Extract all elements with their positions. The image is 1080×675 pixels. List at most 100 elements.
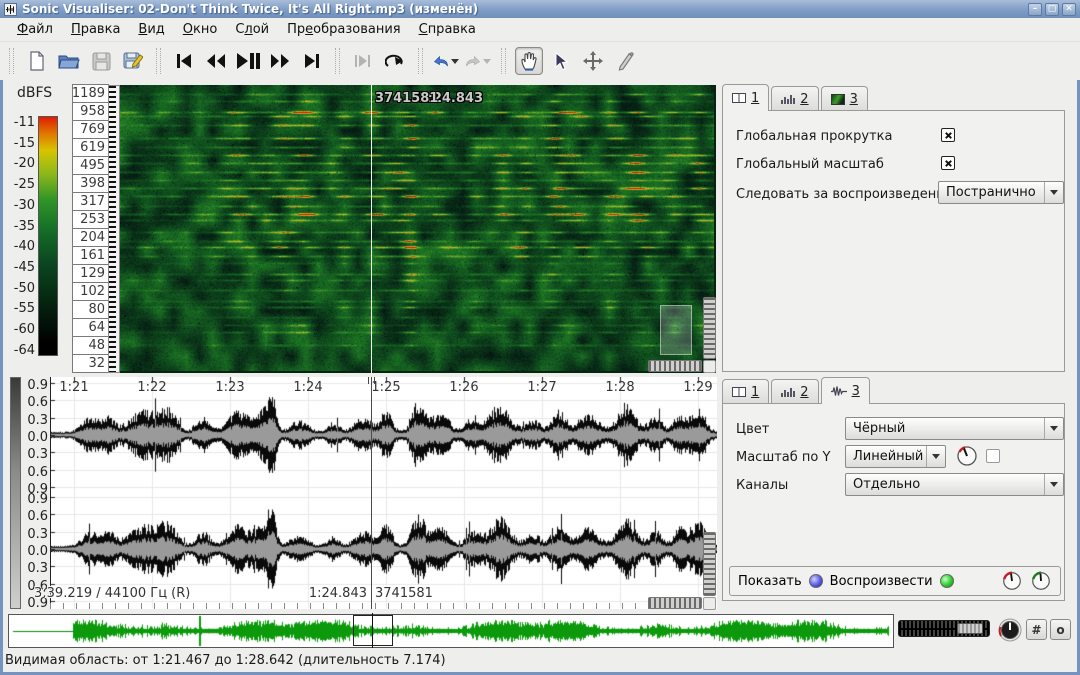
rewind-to-start-button[interactable] [170,47,198,75]
waveform-scroll-strip[interactable] [10,377,21,609]
redo-button[interactable] [464,47,492,75]
playback-gain-knob[interactable] [1001,570,1023,592]
horizontal-zoom-wheel[interactable] [648,360,702,372]
menu-окно[interactable]: Окно [174,20,227,39]
save-as-icon [123,51,143,71]
global-scroll-checkbox[interactable] [941,128,955,142]
db-tick-label: -45 [5,260,35,275]
zoom-reset-handle[interactable] [703,597,716,610]
frequency-scale[interactable]: 1189958769619495398317253204161129102806… [72,85,109,373]
menu-правка[interactable]: Правка [62,20,129,39]
tab-pane-1[interactable]: 1 [722,84,769,111]
redo-menu-caret[interactable] [483,59,491,64]
record-mode-button[interactable]: o [1050,619,1071,640]
playback-level-fader[interactable] [898,620,990,637]
menubar: ФайлПравкаВидОкноСлойПреобразованияСправ… [0,18,1080,42]
horizontal-zoom-wheel[interactable] [648,597,702,609]
save-session-button[interactable] [87,47,115,75]
play-toggle-led[interactable] [940,574,954,588]
draw-tool-button[interactable] [611,47,639,75]
frequency-bin-label: 204 [72,228,109,247]
tab-pane-2[interactable]: 2 [771,86,818,111]
time-tick-label: 1:27 [527,380,556,395]
global-zoom-checkbox[interactable] [941,156,955,170]
tab-pane-3[interactable]: 3 [821,377,870,404]
new-session-button[interactable] [23,47,51,75]
open-session-button[interactable] [55,47,83,75]
pencil-icon [616,51,634,71]
channels-dropdown[interactable]: Отдельно [845,473,1064,496]
vertical-zoom-wheel[interactable] [703,297,716,359]
follow-playback-label: Следовать за воспроизведением [736,187,963,202]
tab-pane-2[interactable]: 2 [771,379,818,404]
frame-count-button[interactable]: # [1026,619,1047,640]
fader-handle[interactable] [957,623,983,634]
rewind-button[interactable] [202,47,230,75]
db-tick-label: -60 [5,322,35,337]
global-zoom-label: Глобальный масштаб [736,157,884,172]
undo-menu-caret[interactable] [451,59,459,64]
playback-speed-knob[interactable] [997,617,1023,643]
frequency-bin-label: 32 [72,354,109,373]
overview-strip[interactable] [8,614,894,648]
time-tick-label: 1:21 [59,380,88,395]
fast-forward-button[interactable] [266,47,294,75]
zoom-reset-handle[interactable] [703,360,716,373]
waveform-pane[interactable]: 1:211:221:231:241:251:261:271:281:29 [50,377,717,609]
show-toggle-led[interactable] [809,574,823,588]
tab-pane-1[interactable]: 1 [722,379,769,404]
menu-вид[interactable]: Вид [129,20,173,39]
maximize-button[interactable]: ▢ [1045,3,1059,16]
histogram-icon [781,94,795,104]
spectrogram-pane[interactable]: 1:24.843 3741581 [120,85,716,373]
undo-button[interactable] [432,47,460,75]
pane-icon [732,93,746,103]
db-tick-label: -25 [5,177,35,192]
db-tick-label: -64 [5,343,35,358]
playback-pan-knob[interactable] [1030,570,1052,592]
waveform-canvas[interactable] [51,377,717,608]
select-tool-button[interactable] [547,47,575,75]
loop-icon [385,53,405,69]
loop-playback-button[interactable] [381,47,409,75]
colour-dropdown[interactable]: Чёрный [845,417,1064,440]
tab-pane-3[interactable]: 3 [821,86,868,111]
play-selection-button[interactable] [349,47,377,75]
amplitude-tick-label-ch1: 0.6 [21,465,48,480]
menu-файл[interactable]: Файл [8,20,62,39]
dbfs-colorbar [38,116,58,356]
y-scale-dropdown[interactable]: Линейный [845,445,946,468]
new-document-icon [27,51,47,71]
menu-справка[interactable]: Справка [410,20,485,39]
minimize-button[interactable]: – [1028,3,1042,16]
spectrogram-canvas[interactable] [120,85,714,371]
skip-to-end-button[interactable] [298,47,326,75]
follow-playback-dropdown[interactable]: Постранично [938,181,1064,204]
db-tick-label: -15 [5,136,35,151]
gain-knob[interactable] [955,444,979,468]
chevron-down-icon [926,446,945,467]
skip-to-end-icon [303,53,321,69]
open-folder-icon [58,51,80,71]
time-tick-label: 1:23 [215,380,244,395]
titlebar[interactable]: Sonic Visualiser: 02-Don't Think Twice, … [0,0,1080,18]
colour-label: Цвет [736,422,769,437]
scroll-indicator [660,305,692,355]
window-title: Sonic Visualiser: 02-Don't Think Twice, … [22,2,1028,16]
play-selection-icon [354,54,372,68]
menu-слой[interactable]: Слой [226,20,278,39]
menu-преобразования[interactable]: Преобразования [278,20,409,39]
global-scroll-label: Глобальная прокрутка [736,129,892,144]
move-tool-button[interactable] [579,47,607,75]
save-session-as-button[interactable] [119,47,147,75]
vertical-zoom-wheel[interactable] [703,532,716,596]
waveform-icon [831,386,847,397]
normalize-checkbox[interactable] [986,449,1000,463]
visible-region-box[interactable] [353,615,393,646]
close-button[interactable]: ✕ [1062,3,1076,16]
toolbar-separator [335,48,340,74]
amplitude-tick-label-ch1: 0.3 [21,447,48,462]
play-pause-button[interactable] [234,47,262,75]
navigate-tool-button[interactable] [515,47,543,75]
overview-canvas[interactable] [9,615,893,647]
